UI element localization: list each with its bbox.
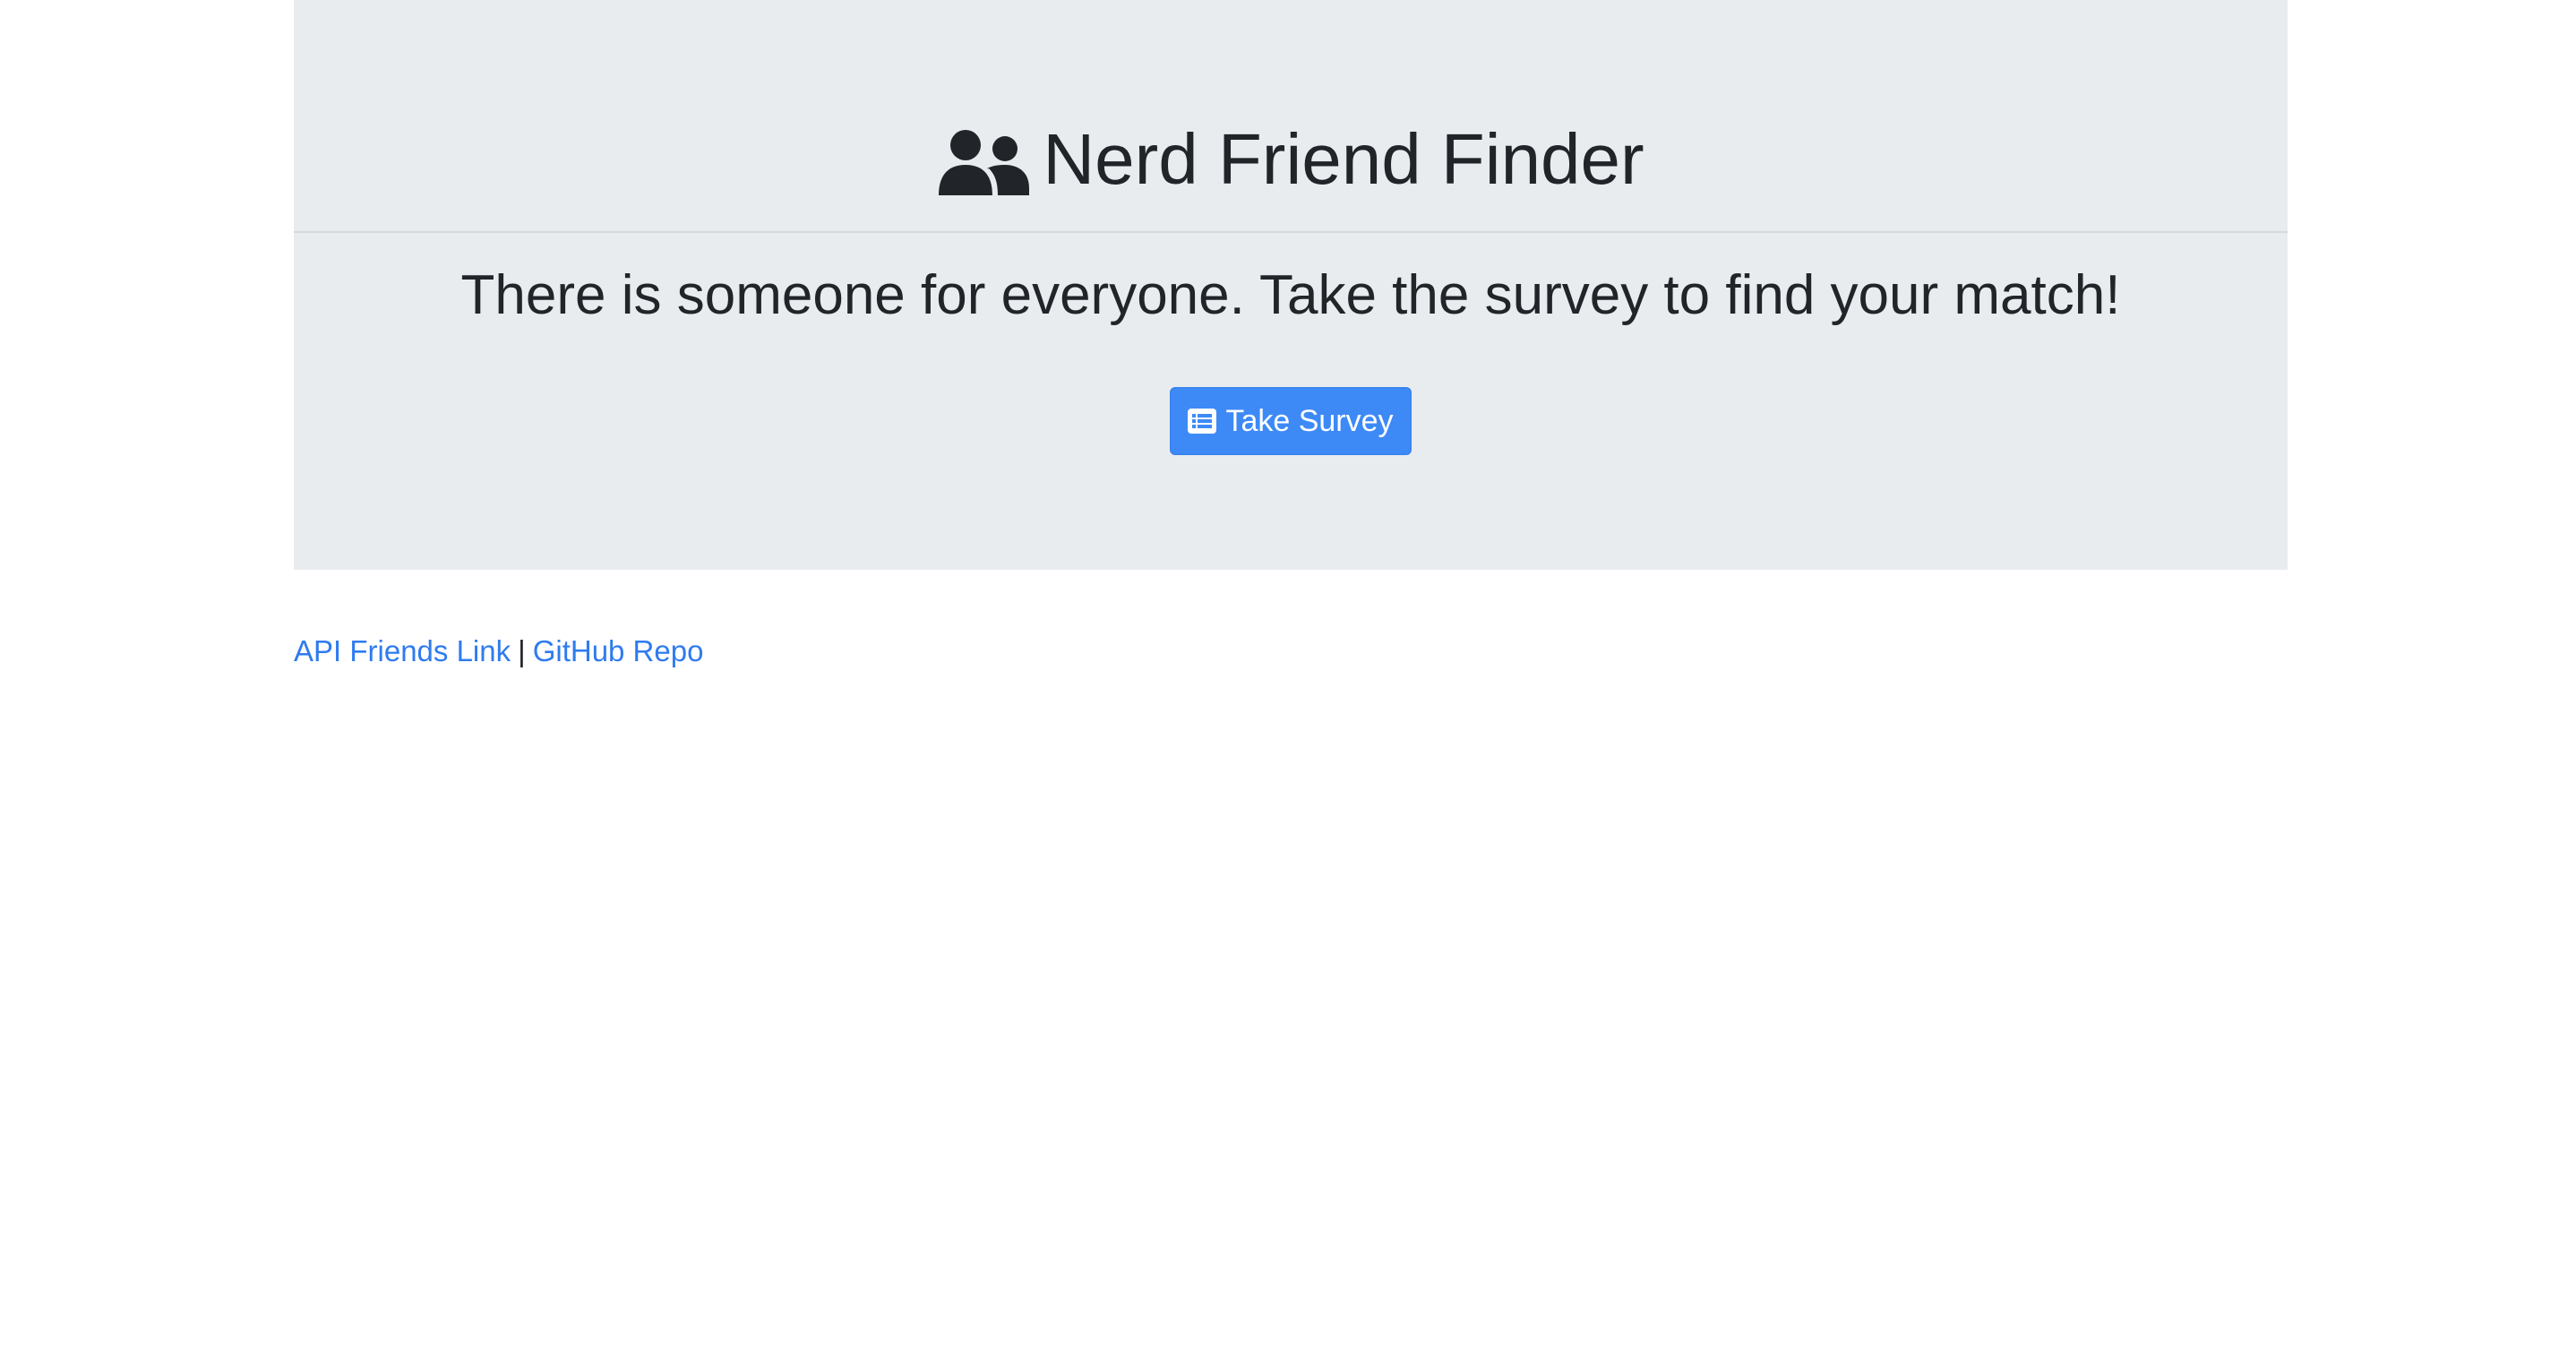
divider bbox=[294, 231, 2288, 233]
page-title: Nerd Friend Finder bbox=[294, 115, 2288, 204]
github-repo-link[interactable]: GitHub Repo bbox=[533, 634, 704, 667]
jumbotron: Nerd Friend Finder There is someone for … bbox=[294, 0, 2288, 570]
users-icon bbox=[939, 130, 1030, 195]
take-survey-button[interactable]: Take Survey bbox=[1170, 387, 1412, 455]
page-title-text: Nerd Friend Finder bbox=[1043, 119, 1644, 199]
api-friends-link[interactable]: API Friends Link bbox=[294, 634, 511, 667]
footer-separator: | bbox=[518, 634, 526, 667]
list-alt-icon bbox=[1188, 409, 1217, 434]
footer: API Friends Link | GitHub Repo bbox=[294, 629, 703, 674]
take-survey-label: Take Survey bbox=[1225, 403, 1394, 438]
tagline: There is someone for everyone. Take the … bbox=[460, 264, 2121, 326]
